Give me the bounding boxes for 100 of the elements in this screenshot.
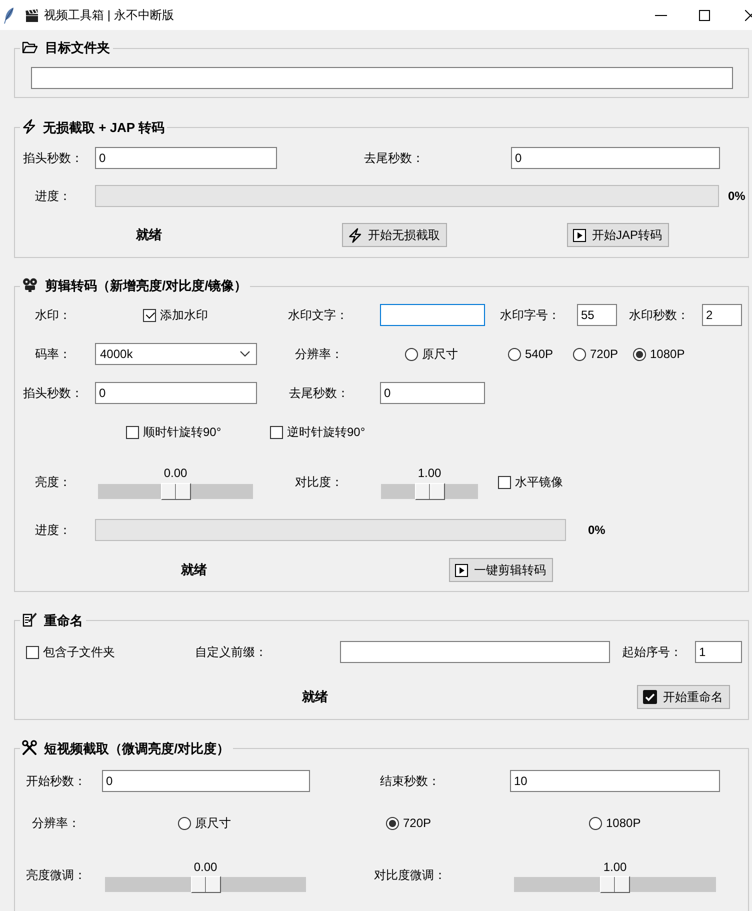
folder-icon — [22, 41, 38, 54]
field-label: 掐头秒数： — [23, 386, 83, 400]
field-label: 进度： — [35, 188, 71, 204]
field-label: 起始序号： — [622, 644, 682, 660]
radio-label[interactable]: 1080P — [606, 816, 641, 830]
field-label: 对比度： — [295, 474, 343, 490]
radio-button[interactable] — [178, 816, 191, 830]
close-icon[interactable] — [745, 10, 752, 20]
status-text: 就绪 — [181, 562, 207, 578]
memo-icon — [22, 612, 37, 627]
slider-value: 0.00 — [164, 465, 188, 481]
slider-thumb[interactable] — [600, 876, 630, 893]
field-label: 去尾秒数： — [364, 150, 424, 166]
progress-percent: 0% — [728, 188, 746, 204]
start-seconds-field[interactable]: 0 — [102, 770, 310, 792]
head-trim-field[interactable]: 0 — [95, 382, 257, 404]
section-title: 无损截取 + JAP 转码 — [43, 120, 164, 135]
field-label: 亮度微调： — [26, 868, 86, 883]
field-label: 去尾秒数： — [289, 386, 349, 400]
radio-label[interactable]: 720P — [403, 816, 432, 830]
field-label: 进度： — [35, 522, 71, 538]
play-icon — [573, 228, 586, 242]
radio-label[interactable]: 720P — [590, 346, 618, 362]
radio-label[interactable]: 1080P — [650, 346, 685, 362]
slider-value: 1.00 — [603, 859, 627, 875]
radio-button[interactable] — [508, 348, 521, 360]
status-text: 就绪 — [302, 688, 328, 706]
section-title: 剪辑转码（新增亮度/对比度/镜像） — [45, 278, 248, 293]
bitrate-dropdown[interactable]: 4000k — [95, 343, 257, 365]
slider-track[interactable] — [381, 484, 478, 499]
scissors-icon — [22, 740, 37, 755]
tail-trim-field[interactable]: 0 — [511, 147, 720, 169]
status-text: 就绪 — [136, 226, 162, 244]
checkbox[interactable] — [143, 308, 156, 322]
tail-trim-field[interactable]: 0 — [380, 382, 485, 404]
field-label: 水印字号： — [500, 308, 560, 322]
checkbox[interactable] — [126, 426, 139, 438]
field-label: 水印： — [35, 308, 71, 322]
field-label: 结束秒数： — [380, 774, 440, 788]
field-label: 自定义前缀： — [195, 644, 267, 660]
checkbox-label[interactable]: 添加水印 — [160, 308, 208, 322]
radio-label[interactable]: 原尺寸 — [422, 346, 458, 362]
slider-thumb[interactable] — [190, 876, 220, 893]
clapperboard-icon — [25, 8, 39, 22]
field-label: 分辨率： — [295, 346, 343, 362]
feather-icon — [3, 6, 14, 24]
field-label: 水印秒数： — [629, 308, 689, 322]
field-label: 码率： — [35, 346, 71, 362]
field-label: 开始秒数： — [26, 774, 86, 788]
field-label: 水印文字： — [288, 308, 348, 322]
start-lossless-cut-button[interactable]: 开始无损截取 — [342, 223, 447, 247]
field-label: 掐头秒数： — [23, 150, 83, 166]
progress-percent: 0% — [588, 522, 606, 538]
radio-button[interactable] — [589, 816, 602, 830]
radio-button[interactable] — [386, 816, 399, 830]
slider-thumb[interactable] — [414, 483, 444, 500]
start-rename-button[interactable]: 开始重命名 — [637, 685, 730, 709]
slider-value: 1.00 — [418, 465, 442, 481]
prefix-field[interactable] — [340, 641, 610, 663]
maximize-icon[interactable] — [699, 10, 710, 20]
field-label: 分辨率： — [32, 816, 80, 830]
one-click-transcode-button[interactable]: 一键剪辑转码 — [449, 558, 553, 582]
section-title: 目标文件夹 — [45, 40, 110, 55]
slider-track[interactable] — [98, 484, 253, 499]
field-label: 亮度： — [35, 474, 71, 490]
film-projector-icon — [22, 278, 38, 292]
slider-thumb[interactable] — [160, 483, 190, 500]
section-title: 短视频截取（微调亮度/对比度） — [44, 741, 230, 756]
head-trim-field[interactable]: 0 — [95, 147, 277, 169]
checkbox[interactable] — [498, 476, 511, 488]
end-seconds-field[interactable]: 10 — [510, 770, 720, 792]
checkbox[interactable] — [26, 646, 39, 658]
folder-path-field[interactable] — [31, 67, 733, 89]
checkbox-label[interactable]: 逆时针旋转90° — [287, 424, 366, 440]
watermark-seconds-field[interactable]: 2 — [702, 304, 742, 326]
checkbox[interactable] — [270, 426, 283, 438]
checkbox-label[interactable]: 水平镜像 — [515, 474, 563, 490]
slider-track[interactable] — [105, 877, 306, 892]
start-number-field[interactable]: 1 — [695, 641, 742, 663]
slider-track[interactable] — [514, 877, 716, 892]
checkmark-icon — [643, 690, 657, 704]
play-icon — [455, 564, 468, 576]
chevron-down-icon — [240, 351, 250, 357]
field-label: 对比度微调： — [374, 868, 446, 883]
checkbox-label[interactable]: 顺时针旋转90° — [143, 424, 222, 440]
font-size-field[interactable]: 55 — [577, 304, 617, 326]
window-title: 视频工具箱 | 永不中断版 — [44, 8, 174, 22]
radio-button[interactable] — [573, 348, 586, 360]
watermark-text-field[interactable] — [380, 304, 485, 326]
lightning-icon — [348, 228, 362, 242]
radio-label[interactable]: 540P — [525, 346, 554, 362]
radio-button[interactable] — [633, 348, 646, 360]
start-transcode-button[interactable]: 开始JAP转码 — [567, 223, 670, 247]
radio-label[interactable]: 原尺寸 — [195, 816, 231, 830]
lightning-icon — [22, 119, 36, 134]
minimize-icon[interactable] — [655, 14, 667, 16]
radio-button[interactable] — [405, 348, 418, 360]
slider-value: 0.00 — [194, 859, 218, 875]
checkbox-label[interactable]: 包含子文件夹 — [43, 644, 115, 660]
section-title: 重命名 — [44, 613, 83, 628]
